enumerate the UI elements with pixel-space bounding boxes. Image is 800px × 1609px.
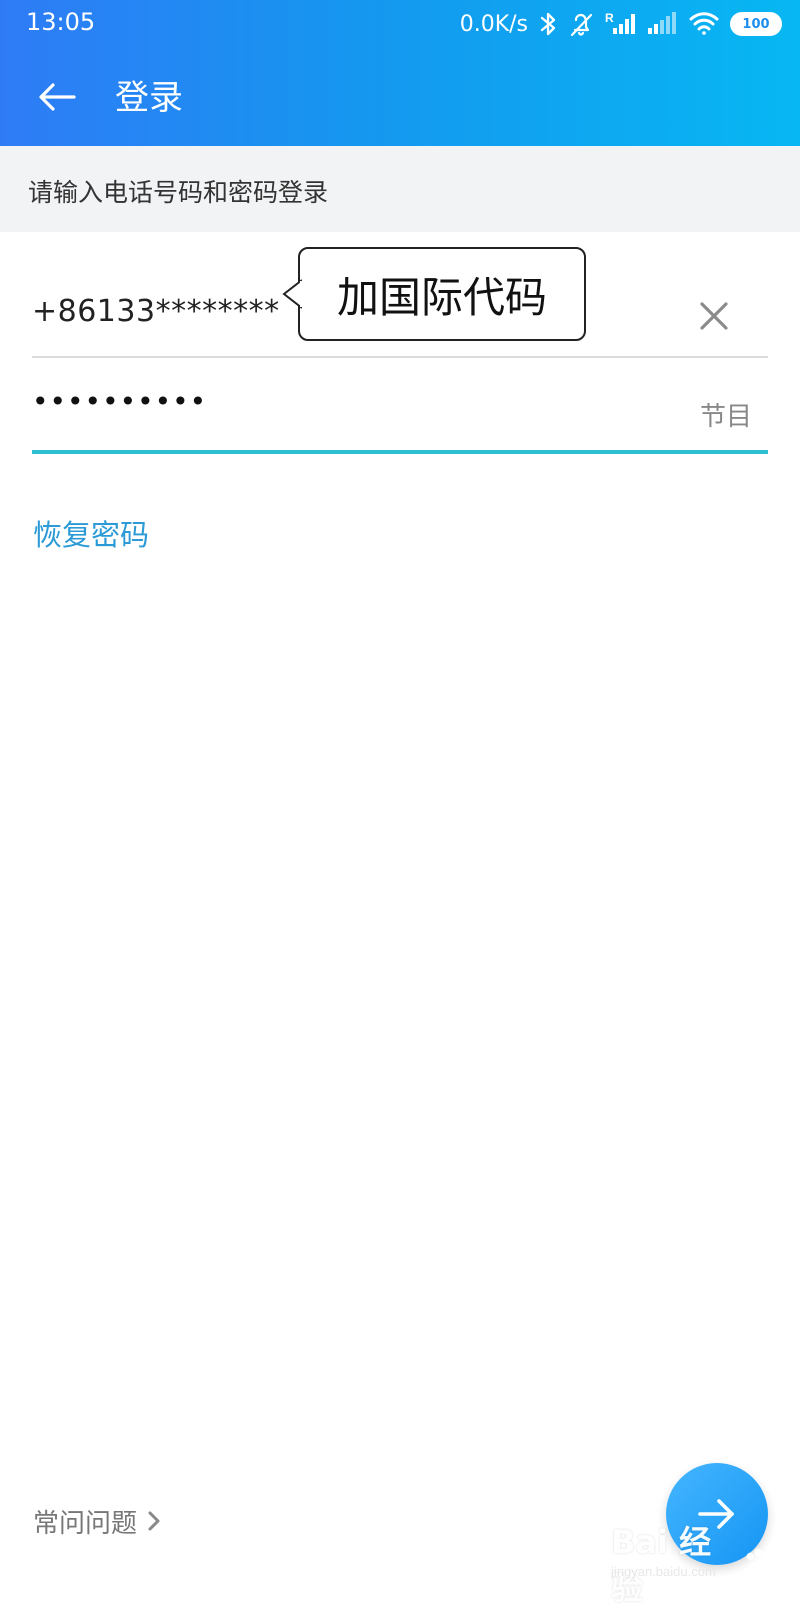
paw-icon <box>746 1548 770 1575</box>
status-icons: 0.0K/s R 100 <box>460 8 782 40</box>
login-hint-text: 请输入电话号码和密码登录 <box>28 178 329 207</box>
status-bar: 13:05 0.0K/s R 100 <box>0 0 800 48</box>
back-button[interactable] <box>30 72 84 122</box>
faq-link[interactable]: 常问问题 <box>33 1500 163 1542</box>
wifi-icon <box>688 10 720 38</box>
phone-value: +86133******** <box>32 294 280 329</box>
recover-password-link[interactable]: 恢复密码 <box>33 512 149 554</box>
faq-label: 常问问题 <box>33 1508 138 1539</box>
tooltip-text: 加国际代码 <box>336 272 547 322</box>
international-code-tooltip: 加国际代码 <box>282 247 586 341</box>
watermark-brand-text: Bai 经验 <box>611 1523 712 1607</box>
bluetooth-icon <box>538 10 558 38</box>
network-speed: 0.0K/s <box>459 11 528 37</box>
bell-off-icon <box>568 10 594 38</box>
battery-icon: 100 <box>730 12 782 36</box>
chevron-right-icon <box>148 1511 160 1531</box>
page-title: 登录 <box>115 78 183 118</box>
app-header: 13:05 0.0K/s R 100 登录 <box>0 0 800 146</box>
watermark-brand: Bai 经验 <box>611 1517 776 1609</box>
password-toggle-button[interactable]: 节目 <box>700 396 752 433</box>
password-value: •••••••••• <box>32 385 208 418</box>
tooltip-pointer <box>282 279 302 309</box>
svg-text:R: R <box>605 11 614 25</box>
baidu-watermark: Bai 经验 jingyan.baidu.com <box>611 1517 776 1607</box>
arrow-left-icon <box>39 83 76 111</box>
signal-icon <box>646 10 678 38</box>
clear-phone-button[interactable] <box>694 296 734 336</box>
signal-roaming-icon: R <box>604 10 636 38</box>
close-icon <box>700 302 728 330</box>
status-time: 13:05 <box>26 8 96 36</box>
watermark-url: jingyan.baidu.com <box>611 1564 716 1579</box>
toolbar: 登录 <box>0 48 800 146</box>
login-hint-bar: 请输入电话号码和密码登录 <box>0 146 800 232</box>
password-field[interactable]: •••••••••• 节目 <box>32 362 768 454</box>
